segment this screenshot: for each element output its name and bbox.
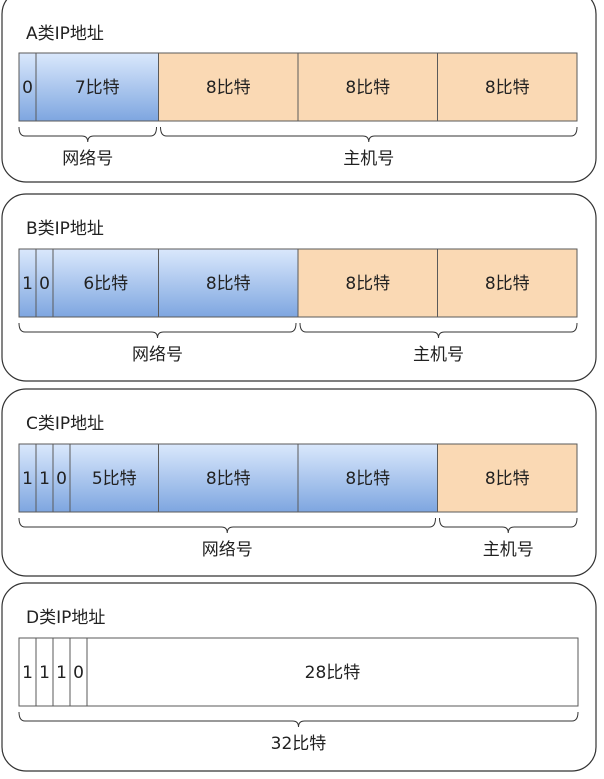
bit-label: 0	[22, 78, 33, 98]
field-label: 8比特	[206, 469, 251, 489]
field-label: 8比特	[485, 469, 530, 489]
ip-address-classes-diagram: A类IP地址7比特 8比特 8比特 8比特0网络号 主机号B类IP地址6比特 8比特 8比特…	[1, 0, 597, 772]
brace-label: 32比特	[271, 734, 327, 754]
field-label: 8比特	[206, 274, 251, 294]
field-label: 7比特	[75, 78, 120, 98]
brace-label: 主机号	[413, 345, 464, 365]
bit-label: 1	[39, 469, 50, 489]
brace-label: 网络号	[202, 540, 253, 560]
panel-title: D类IP地址	[26, 608, 105, 628]
bit-label: 0	[73, 663, 84, 683]
panel-d: D类IP地址28比特1 1 1 032比特	[1, 582, 597, 772]
brace-label: 网络号	[132, 345, 183, 365]
bit-label: 1	[22, 663, 33, 683]
bit-label: 0	[56, 469, 67, 489]
brace-label: 主机号	[483, 540, 534, 560]
bit-label: 1	[39, 663, 50, 683]
bit-label: 1	[22, 469, 33, 489]
panel-title: B类IP地址	[26, 219, 104, 239]
field-label: 8比特	[345, 274, 390, 294]
bit-label: 1	[22, 274, 33, 294]
field-label: 28比特	[305, 663, 361, 683]
field-label: 8比特	[485, 78, 530, 98]
panel-b: B类IP地址 6比特 8比特 8比特 8比特 1 0 网络号 主机号	[1, 193, 597, 382]
field-label: 8比特	[345, 469, 390, 489]
panel-title: A类IP地址	[26, 24, 104, 44]
panel-c: C类IP地址5比特 8比特 8比特 8比特1 1 0网络号 主机号	[1, 388, 597, 577]
bit-label: 1	[56, 663, 67, 683]
field-label: 8比特	[206, 78, 251, 98]
field-label: 8比特	[345, 78, 390, 98]
bit-label: 0	[39, 274, 50, 294]
field-label: 6比特	[83, 274, 128, 294]
brace-label: 网络号	[62, 149, 113, 169]
field-label: 8比特	[485, 274, 530, 294]
field-label: 5比特	[92, 469, 137, 489]
panel-a: A类IP地址 7比特 8比特 8比特 8比特 0 网络号 主机号	[1, 0, 597, 183]
brace-label: 主机号	[343, 149, 394, 169]
panel-title: C类IP地址	[26, 414, 104, 434]
